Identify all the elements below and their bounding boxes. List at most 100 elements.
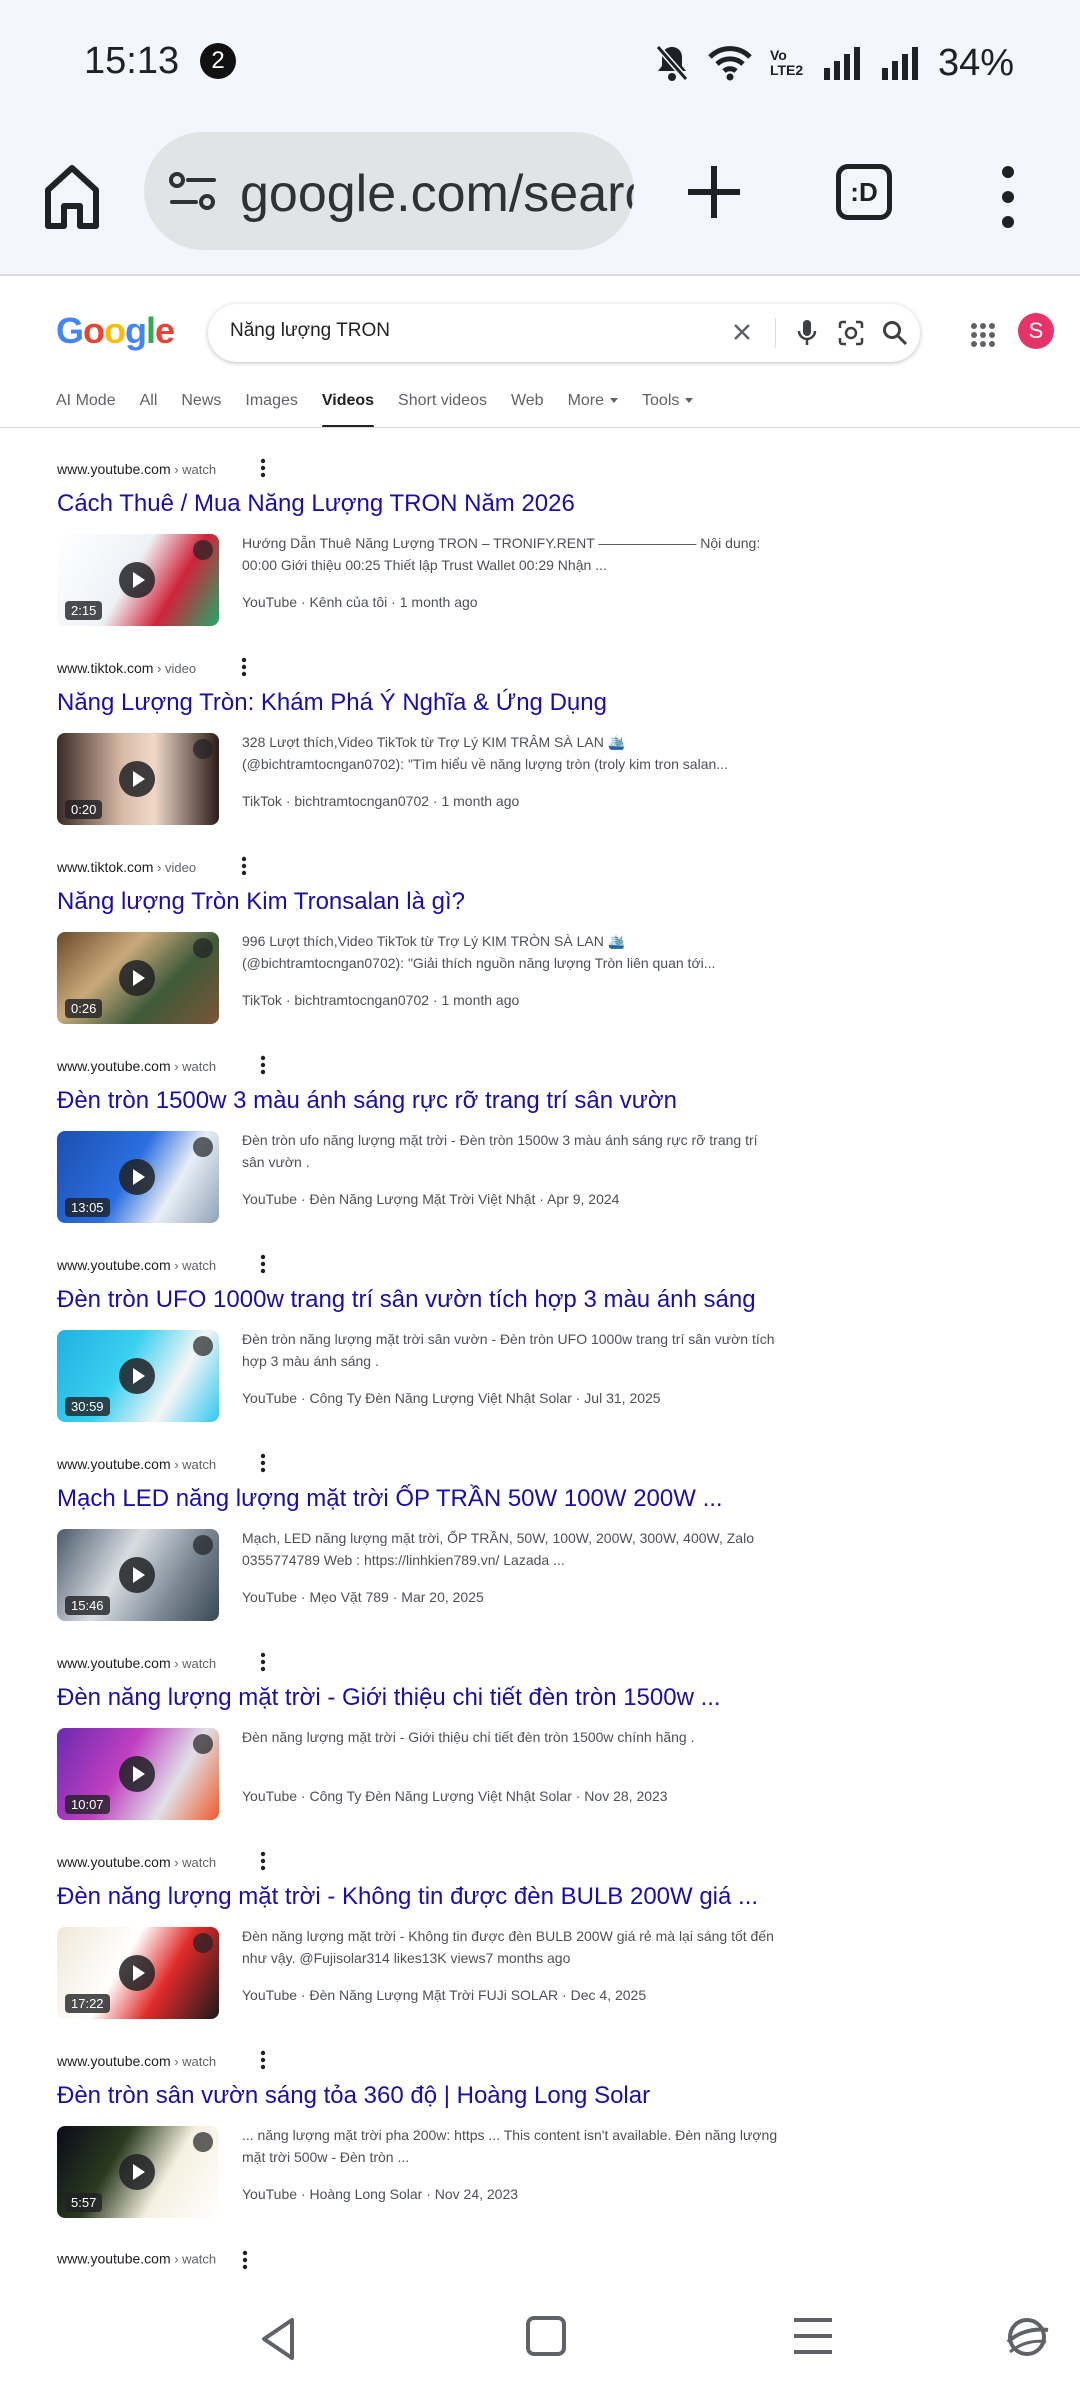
result-title-link[interactable]: Cách Thuê / Mua Năng Lượng TRON Năm 2026 <box>57 490 575 518</box>
video-thumbnail[interactable]: 2:15 <box>57 534 219 626</box>
video-result[interactable]: www.youtube.com › watch Đèn tròn 1500w 3 … <box>57 1049 777 1248</box>
close-icon[interactable] <box>730 320 754 344</box>
result-meta: YouTube · Kênh của tôi · 1 month ago <box>242 594 478 610</box>
new-tab-icon[interactable] <box>684 162 744 222</box>
tab-web[interactable]: Web <box>511 388 544 428</box>
site-settings-icon[interactable] <box>168 170 218 214</box>
avatar[interactable]: S <box>1018 313 1054 349</box>
result-source[interactable]: www.youtube.com › watch <box>57 1456 216 1472</box>
tab-news[interactable]: News <box>181 388 221 428</box>
result-meta: TikTok · bichtramtocngan0702 · 1 month a… <box>242 992 520 1008</box>
tab-images[interactable]: Images <box>245 388 297 428</box>
thumbnail-channel-icon <box>193 1535 213 1555</box>
result-source[interactable]: www.youtube.com › watch <box>57 1854 216 1870</box>
result-snippet: Mạch, LED năng lượng mặt trời, ỐP TRẦN, … <box>242 1530 754 1568</box>
play-icon[interactable] <box>119 1358 155 1394</box>
video-thumbnail[interactable]: 15:46 <box>57 1529 219 1621</box>
home-icon[interactable] <box>42 158 102 234</box>
recent-apps-icon[interactable] <box>792 2314 834 2358</box>
tab-ai-mode[interactable]: AI Mode <box>56 388 116 428</box>
result-title-link[interactable]: Đèn năng lượng mặt trời - Không tin được… <box>57 1883 758 1911</box>
video-duration: 17:22 <box>65 1994 110 2013</box>
more-options-icon[interactable] <box>260 1254 266 1274</box>
play-icon[interactable] <box>119 1557 155 1593</box>
result-title-link[interactable]: Đèn năng lượng mặt trời - Giới thiệu chi… <box>57 1684 721 1712</box>
video-thumbnail[interactable]: 0:26 <box>57 932 219 1024</box>
more-options-icon[interactable] <box>241 657 247 677</box>
microphone-icon[interactable] <box>792 317 822 349</box>
search-box[interactable]: Năng lượng TRON <box>208 304 920 362</box>
play-icon[interactable] <box>119 960 155 996</box>
system-nav-bar <box>0 2284 1080 2400</box>
thumbnail-channel-icon <box>193 938 213 958</box>
video-thumbnail[interactable]: 13:05 <box>57 1131 219 1223</box>
more-menu-icon[interactable] <box>992 162 1024 232</box>
result-meta: YouTube · Mẹo Vặt 789 · Mar 20, 2025 <box>242 1589 484 1605</box>
google-logo[interactable]: Google <box>56 310 175 352</box>
video-result[interactable]: www.youtube.com › watch Cách Thuê / Mua N… <box>57 452 777 651</box>
result-title-link[interactable]: Đèn tròn UFO 1000w trang trí sân vườn tí… <box>57 1286 756 1314</box>
tab-videos[interactable]: Videos <box>321 388 375 428</box>
back-icon[interactable] <box>258 2314 298 2364</box>
result-source[interactable]: www.youtube.com › watch <box>57 1655 216 1671</box>
video-result[interactable]: www.youtube.com › watch Mạch LED năng lượ… <box>57 1447 777 1646</box>
more-options-icon[interactable] <box>260 1055 266 1075</box>
play-icon[interactable] <box>119 2154 155 2190</box>
result-title-link[interactable]: Đèn tròn sân vườn sáng tỏa 360 độ | Hoàn… <box>57 2082 650 2110</box>
search-input[interactable]: Năng lượng TRON <box>230 320 390 342</box>
video-result[interactable]: www.youtube.com › watch Đèn năng lượng mặ… <box>57 1646 777 1845</box>
play-icon[interactable] <box>119 761 155 797</box>
result-source[interactable]: www.tiktok.com › video <box>57 660 196 676</box>
apps-grid-icon[interactable] <box>968 320 998 350</box>
play-icon[interactable] <box>119 1955 155 1991</box>
result-title-link[interactable]: Năng lượng Tròn Kim Tronsalan là gì? <box>57 888 465 916</box>
video-thumbnail[interactable]: 5:57 <box>57 2126 219 2218</box>
volte-label: Vo LTE2 <box>769 47 804 78</box>
video-thumbnail[interactable]: 10:07 <box>57 1728 219 1820</box>
tab-more[interactable]: More <box>568 388 619 428</box>
result-source[interactable]: www.youtube.com › watch <box>57 1058 216 1074</box>
video-thumbnail[interactable]: 0:20 <box>57 733 219 825</box>
video-thumbnail[interactable]: 30:59 <box>57 1330 219 1422</box>
caret-down-icon <box>610 398 619 404</box>
more-options-icon[interactable] <box>260 1652 266 1672</box>
result-source[interactable]: www.tiktok.com › video <box>57 859 196 875</box>
home-button[interactable] <box>526 2316 566 2356</box>
play-icon[interactable] <box>119 1756 155 1792</box>
video-result[interactable]: www.youtube.com › watch Đèn năng lượng mặ… <box>57 1845 777 2044</box>
tab-tools[interactable]: Tools <box>642 388 694 428</box>
more-options-icon[interactable] <box>260 1453 266 1473</box>
result-snippet: Đèn năng lượng mặt trời - Giới thiệu chi… <box>242 1729 695 1745</box>
result-title-link[interactable]: Mạch LED năng lượng mặt trời ỐP TRẦN 50W… <box>57 1485 723 1513</box>
more-options-icon[interactable] <box>241 856 247 876</box>
video-result[interactable]: www.tiktok.com › video Năng lượng Tròn Ki… <box>57 850 777 1049</box>
result-title-link[interactable]: Năng Lượng Tròn: Khám Phá Ý Nghĩa & Ứng … <box>57 689 607 717</box>
more-options-icon[interactable] <box>242 2250 248 2270</box>
more-options-icon[interactable] <box>260 458 266 478</box>
tab-all[interactable]: All <box>140 388 158 428</box>
tab-short-videos[interactable]: Short videos <box>398 388 487 428</box>
lens-camera-icon[interactable] <box>836 318 866 348</box>
result-snippet: Đèn tròn năng lượng mặt trời sân vườn - … <box>242 1331 775 1369</box>
result-meta: TikTok · bichtramtocngan0702 · 1 month a… <box>242 793 520 809</box>
result-snippet: ... năng lượng mặt trời pha 200w: https … <box>242 2127 778 2165</box>
result-source[interactable]: www.youtube.com › watch <box>57 461 216 477</box>
address-bar[interactable]: google.com/search <box>144 132 634 250</box>
video-result[interactable]: www.youtube.com › watch Đèn tròn UFO 1000… <box>57 1248 777 1447</box>
more-options-icon[interactable] <box>260 1851 266 1871</box>
video-thumbnail[interactable]: 17:22 <box>57 1927 219 2019</box>
thumbnail-channel-icon <box>193 1137 213 1157</box>
video-result[interactable]: www.youtube.com › watch Đèn tròn sân vườn… <box>57 2044 777 2243</box>
play-icon[interactable] <box>119 1159 155 1195</box>
play-icon[interactable] <box>119 562 155 598</box>
video-duration: 15:46 <box>65 1596 110 1615</box>
result-source[interactable]: www.youtube.com › watch <box>57 1257 216 1273</box>
result-title-link[interactable]: Đèn tròn 1500w 3 màu ánh sáng rực rỡ tra… <box>57 1087 677 1115</box>
video-duration: 0:20 <box>65 800 103 819</box>
search-icon[interactable] <box>880 318 910 348</box>
assistant-orb-icon[interactable] <box>1004 2312 1050 2362</box>
tab-switcher-button[interactable]: :D <box>836 164 892 220</box>
result-source[interactable]: www.youtube.com › watch <box>57 2053 216 2069</box>
video-result[interactable]: www.tiktok.com › video Năng Lượng Tròn: K… <box>57 651 777 850</box>
more-options-icon[interactable] <box>260 2050 266 2070</box>
